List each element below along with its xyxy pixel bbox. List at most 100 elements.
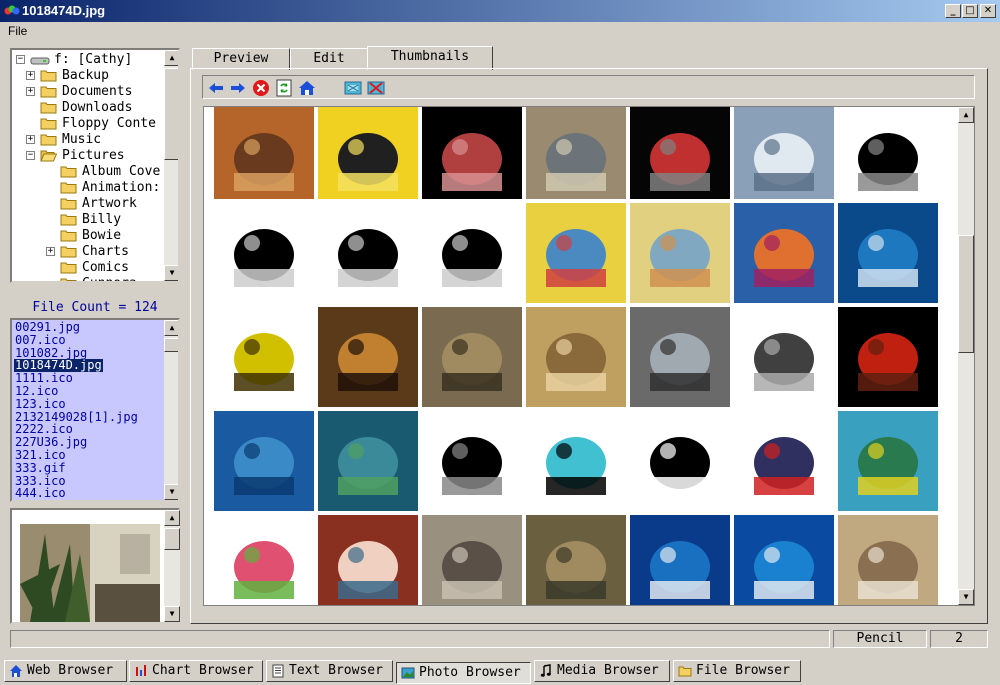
thumbnail-man-at-console[interactable]	[630, 307, 730, 407]
thumbnail-pentagram-art[interactable]	[422, 107, 522, 199]
folder-icon	[40, 86, 57, 98]
scroll-thumb[interactable]	[164, 68, 178, 160]
collapse-icon[interactable]: −	[16, 55, 25, 64]
thumbnail-flower-woman-art[interactable]	[214, 107, 314, 199]
file-list-item[interactable]: 333.gif	[14, 461, 67, 475]
expand-icon[interactable]: +	[46, 247, 55, 256]
thumbnail-delete-icon[interactable]	[367, 79, 385, 97]
scroll-up-icon[interactable]: ▲	[164, 320, 178, 336]
photo-browser-button[interactable]: Photo Browser	[396, 662, 531, 684]
folder-icon	[40, 70, 57, 82]
text-browser-button[interactable]: Text Browser	[266, 660, 393, 682]
folder-icon	[40, 134, 57, 146]
scroll-thumb[interactable]	[164, 528, 180, 550]
text-browser-label: Text Browser	[289, 663, 383, 678]
window-title: 1018474D.jpg	[22, 3, 106, 18]
tab-preview[interactable]: Preview	[192, 48, 290, 70]
thumbnail-fox-photo[interactable]	[422, 307, 522, 407]
thumbnail-x-logo-icon[interactable]	[526, 411, 626, 511]
stop-icon[interactable]	[252, 79, 270, 97]
thumbnail-shark-photo[interactable]	[526, 107, 626, 199]
thumbnail-comic-color-1[interactable]	[526, 203, 626, 303]
thumbnail-howling-wolf[interactable]	[526, 515, 626, 605]
back-arrow-icon[interactable]	[207, 79, 225, 97]
thumbnail-line-drawing[interactable]	[734, 307, 834, 407]
tree-scrollbar[interactable]: ▲ ▼	[164, 50, 178, 281]
thumbnail-red-creature[interactable]	[838, 307, 938, 407]
scroll-thumb[interactable]	[164, 338, 178, 352]
tree-item-label: Backup	[62, 68, 109, 83]
minimize-button[interactable]: _	[945, 4, 961, 18]
thumbnail-man-with-hat-photo[interactable]	[734, 107, 834, 199]
thumbnail-baby-at-computer[interactable]	[318, 307, 418, 407]
expand-icon[interactable]: +	[26, 71, 35, 80]
thumbnail-little-girl[interactable]	[318, 515, 418, 605]
scroll-down-icon[interactable]: ▼	[164, 606, 180, 622]
media-browser-button[interactable]: Media Browser	[534, 660, 670, 682]
expand-icon[interactable]: +	[26, 87, 35, 96]
scroll-down-icon[interactable]: ▼	[958, 589, 974, 605]
preview-scrollbar[interactable]: ▲ ▼	[164, 510, 180, 622]
thumbnail-comic-page-3[interactable]	[422, 203, 522, 303]
thumbnail-arrow-icon[interactable]	[630, 411, 730, 511]
thumbnail-comic-page-2[interactable]	[318, 203, 418, 303]
scroll-down-icon[interactable]: ▼	[164, 265, 178, 281]
expand-icon[interactable]: +	[26, 135, 35, 144]
drive-icon	[30, 57, 50, 65]
maximize-button[interactable]: □	[962, 4, 978, 18]
thumbnail-sketch-lineart[interactable]	[838, 107, 938, 199]
scroll-up-icon[interactable]: ▲	[164, 510, 180, 526]
notepad-icon	[272, 664, 284, 678]
thumbnail-comic-color-2[interactable]	[630, 203, 730, 303]
file-list-scrollbar[interactable]: ▲ ▼	[164, 320, 178, 500]
thumbnail-shark-swim[interactable]	[630, 515, 730, 605]
thumbnail-dolphin-underwater[interactable]	[214, 411, 314, 511]
thumbnail-scrollbar[interactable]: ▲ ▼	[958, 107, 974, 605]
photo-browser-label: Photo Browser	[419, 665, 521, 680]
tree-item-label: Cunnora	[82, 276, 137, 281]
tab-thumbnails[interactable]: Thumbnails	[367, 46, 493, 70]
scroll-thumb[interactable]	[958, 235, 974, 353]
thumbnail-wolf-howl-2[interactable]	[838, 515, 938, 605]
file-browser-button[interactable]: File Browser	[673, 660, 801, 682]
refresh-icon[interactable]	[275, 79, 293, 97]
thumbnail-view-icon[interactable]	[344, 79, 362, 97]
file-list-item[interactable]: 007.ico	[14, 333, 67, 347]
title-bar[interactable]: 1018474D.jpg _ □ ✕	[0, 0, 1000, 22]
thumbnail-stormtrooper-art[interactable]	[422, 411, 522, 511]
thumbnail-shark-blue[interactable]	[838, 203, 938, 303]
web-browser-label: Web Browser	[27, 663, 114, 678]
thumbnail-dolphin-reef[interactable]	[838, 411, 938, 511]
thumbnail-rocket-art[interactable]	[630, 107, 730, 199]
thumbnail-roses-strawberry[interactable]	[214, 515, 314, 605]
thumbnail-grid[interactable]: ▲ ▼	[203, 106, 975, 606]
file-list-item[interactable]: 123.ico	[14, 397, 67, 411]
home-icon[interactable]	[298, 79, 316, 97]
tree-item-label: Bowie	[82, 228, 122, 243]
folder-icon	[60, 198, 77, 210]
file-list-item[interactable]: 444.ico	[14, 487, 67, 500]
thumbnail-dolphin-close[interactable]	[318, 411, 418, 511]
thumbnail-hockey-kid[interactable]	[734, 411, 834, 511]
file-list[interactable]: 00291.jpg 007.ico 101082.jpg 1018474D.jpg 11…	[10, 318, 180, 502]
thumbnail-comic-page-1[interactable]	[214, 203, 314, 303]
folder-tree[interactable]: − f: [Cathy] + Backup + Documents Downloads F…	[10, 48, 180, 283]
collapse-icon[interactable]: −	[26, 151, 35, 160]
thumbnail-collage[interactable]	[734, 203, 834, 303]
thumbnail-man-straw-hat[interactable]	[526, 307, 626, 407]
folder-icon	[60, 278, 77, 281]
thumbnail-squirrel[interactable]	[422, 515, 522, 605]
scroll-up-icon[interactable]: ▲	[164, 50, 178, 66]
forward-arrow-icon[interactable]	[229, 79, 247, 97]
thumbnail-shark-swim-2[interactable]	[734, 515, 834, 605]
scroll-down-icon[interactable]: ▼	[164, 484, 178, 500]
close-button[interactable]: ✕	[980, 4, 996, 18]
scroll-up-icon[interactable]: ▲	[958, 107, 974, 123]
menu-file[interactable]: File	[8, 24, 27, 38]
thumbnail-computer-user-sign[interactable]	[318, 107, 418, 199]
chart-browser-button[interactable]: Chart Browser	[129, 660, 263, 682]
thumbnail-coffee-mug-icon[interactable]	[214, 307, 314, 407]
tab-edit[interactable]: Edit	[290, 48, 368, 70]
image-preview: ▲ ▼	[10, 508, 180, 624]
web-browser-button[interactable]: Web Browser	[4, 660, 127, 682]
